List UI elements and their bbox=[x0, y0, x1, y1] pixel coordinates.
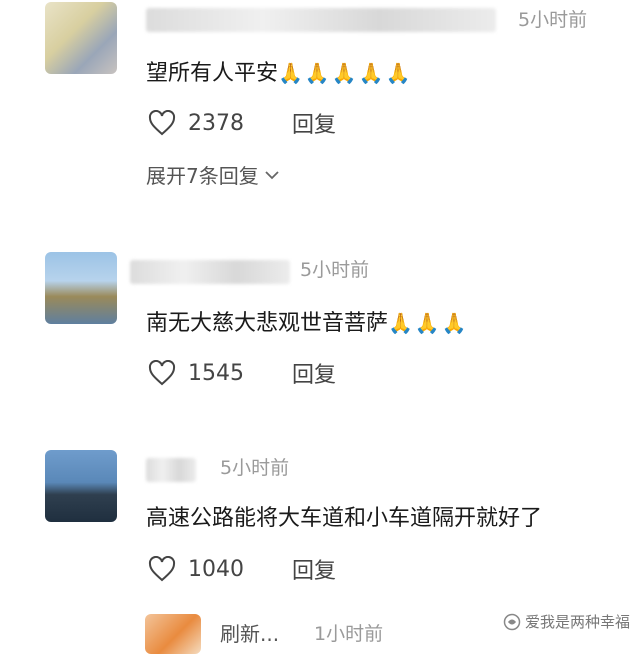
comment-text: 南无大慈大悲观世音菩萨🙏🙏🙏 bbox=[146, 308, 469, 339]
heart-icon bbox=[148, 110, 176, 136]
comment-body: 南无大慈大悲观世音菩萨 bbox=[146, 311, 389, 336]
comment-actions: 2378 回复 bbox=[148, 108, 336, 138]
comment-time: 5小时前 bbox=[220, 457, 290, 479]
heart-icon bbox=[148, 360, 176, 386]
like-count: 1040 bbox=[188, 556, 244, 582]
pray-emoji: 🙏🙏🙏🙏🙏 bbox=[278, 61, 413, 85]
avatar[interactable] bbox=[45, 252, 117, 324]
username-redacted[interactable] bbox=[146, 458, 196, 482]
like-button[interactable]: 1545 bbox=[148, 360, 244, 386]
avatar[interactable] bbox=[45, 2, 117, 74]
comment-text: 高速公路能将大车道和小车道隔开就好了 bbox=[146, 506, 543, 531]
username-redacted[interactable] bbox=[146, 8, 496, 32]
reply-button[interactable]: 回复 bbox=[292, 553, 336, 585]
like-button[interactable]: 1040 bbox=[148, 556, 244, 582]
watermark-text: 爱我是两种幸福 bbox=[524, 613, 630, 631]
reply-button[interactable]: 回复 bbox=[292, 107, 336, 139]
comment-actions: 1040 回复 bbox=[148, 554, 336, 584]
expand-replies-label: 展开7条回复 bbox=[146, 164, 259, 188]
watermark: 爱我是两种幸福 bbox=[503, 611, 630, 632]
avatar[interactable] bbox=[145, 614, 201, 654]
expand-replies-link[interactable]: 展开7条回复 bbox=[146, 160, 279, 189]
watermark-logo-icon bbox=[503, 613, 521, 630]
pray-emoji: 🙏🙏🙏 bbox=[388, 311, 469, 335]
comment-body: 望所有人平安 bbox=[146, 61, 279, 86]
like-button[interactable]: 2378 bbox=[148, 110, 244, 136]
heart-icon bbox=[148, 556, 176, 582]
comment-username[interactable]: 刷新... bbox=[220, 622, 279, 646]
like-count: 2378 bbox=[188, 110, 244, 136]
comment-time: 1小时前 bbox=[314, 623, 384, 645]
like-count: 1545 bbox=[188, 360, 244, 386]
comment-time: 5小时前 bbox=[518, 9, 588, 31]
comment-actions: 1545 回复 bbox=[148, 358, 336, 388]
username-redacted[interactable] bbox=[130, 260, 290, 284]
comment-text: 望所有人平安🙏🙏🙏🙏🙏 bbox=[146, 58, 413, 89]
comment-time: 5小时前 bbox=[300, 259, 370, 281]
reply-button[interactable]: 回复 bbox=[292, 357, 336, 389]
avatar[interactable] bbox=[45, 450, 117, 522]
chevron-down-icon bbox=[265, 170, 279, 179]
